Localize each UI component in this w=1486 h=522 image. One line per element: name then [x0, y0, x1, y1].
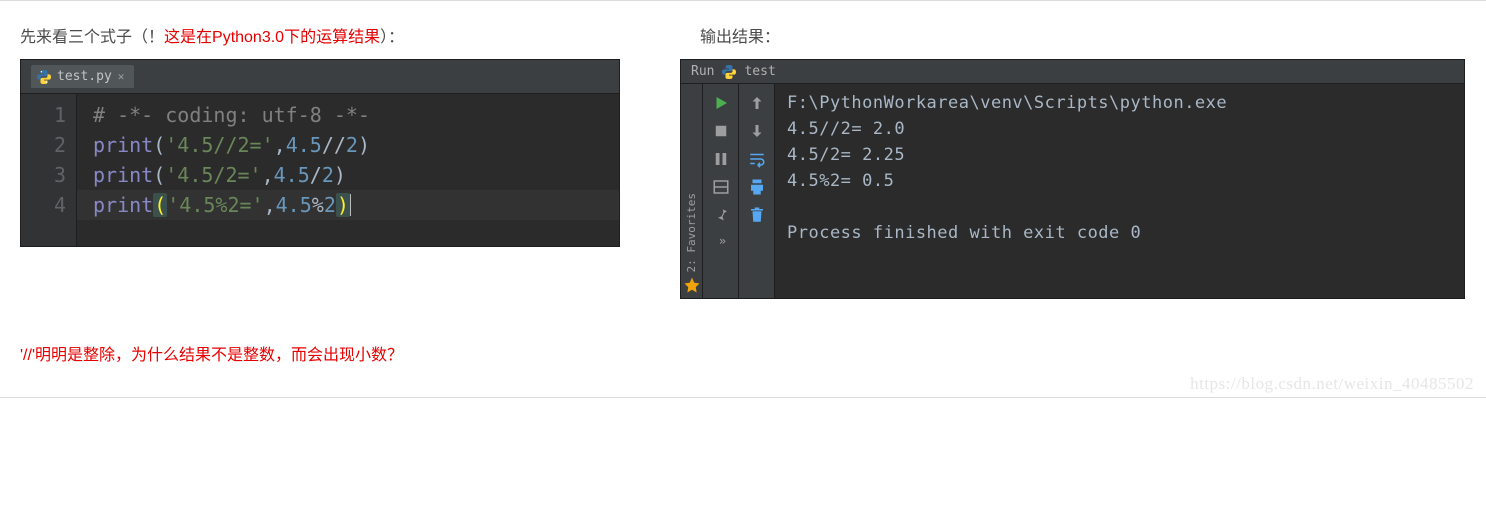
- chevron-right-icon[interactable]: »: [715, 234, 726, 248]
- run-config-name: test: [744, 64, 775, 79]
- wrap-icon[interactable]: [748, 150, 766, 168]
- run-header: Run test: [681, 60, 1464, 84]
- code-area[interactable]: # -*- coding: utf-8 -*- print('4.5//2=',…: [77, 94, 619, 246]
- run-toolbar-col2: [739, 84, 775, 298]
- caption-left-red: 这是在Python3.0下的运算结果: [164, 29, 380, 46]
- run-toolbar-col1: »: [703, 84, 739, 298]
- stop-icon[interactable]: [712, 122, 730, 140]
- line-number: 3: [21, 160, 66, 190]
- caption-right: 输出结果：: [700, 23, 780, 47]
- close-icon[interactable]: ✕: [118, 71, 125, 82]
- code-comment: # -*- coding: utf-8 -*-: [93, 103, 370, 127]
- editor-tab[interactable]: test.py ✕: [31, 65, 134, 88]
- favorites-sidebar[interactable]: 2: Favorites: [681, 84, 703, 298]
- print-icon[interactable]: [748, 178, 766, 196]
- python-file-icon: [37, 70, 51, 84]
- python-icon: [722, 65, 736, 79]
- favorites-label: 2: Favorites: [685, 193, 698, 272]
- line-number: 2: [21, 130, 66, 160]
- pin-icon[interactable]: [712, 206, 730, 224]
- tab-filename: test.py: [57, 69, 112, 84]
- caption-row: 先来看三个式子（！这是在Python3.0下的运算结果）： 输出结果：: [20, 1, 1466, 59]
- run-header-label: Run: [691, 64, 714, 79]
- console-output[interactable]: F:\PythonWorkarea\venv\Scripts\python.ex…: [775, 84, 1464, 298]
- line-number: 4: [21, 190, 66, 220]
- rerun-icon[interactable]: [712, 94, 730, 112]
- watermark: https://blog.csdn.net/weixin_40485502: [1190, 374, 1474, 394]
- trash-icon[interactable]: [748, 206, 766, 224]
- layout-icon[interactable]: [712, 178, 730, 196]
- down-arrow-icon[interactable]: [748, 122, 766, 140]
- text-caret: [350, 194, 352, 216]
- line-number: 1: [21, 100, 66, 130]
- run-panel: Run test 2: Favorites »: [680, 59, 1465, 299]
- caption-left-post: ）：: [380, 29, 404, 46]
- editor-tabbar: test.py ✕: [21, 60, 619, 94]
- line-gutter: 1 2 3 4: [21, 94, 77, 246]
- caption-left: 先来看三个式子（！这是在Python3.0下的运算结果）：: [20, 23, 620, 47]
- caption-left-pre: 先来看三个式子（！: [20, 29, 164, 46]
- code-editor: test.py ✕ 1 2 3 4 # -*- coding: utf-8 -*…: [20, 59, 620, 247]
- up-arrow-icon[interactable]: [748, 94, 766, 112]
- star-icon: [683, 276, 701, 294]
- pause-icon[interactable]: [712, 150, 730, 168]
